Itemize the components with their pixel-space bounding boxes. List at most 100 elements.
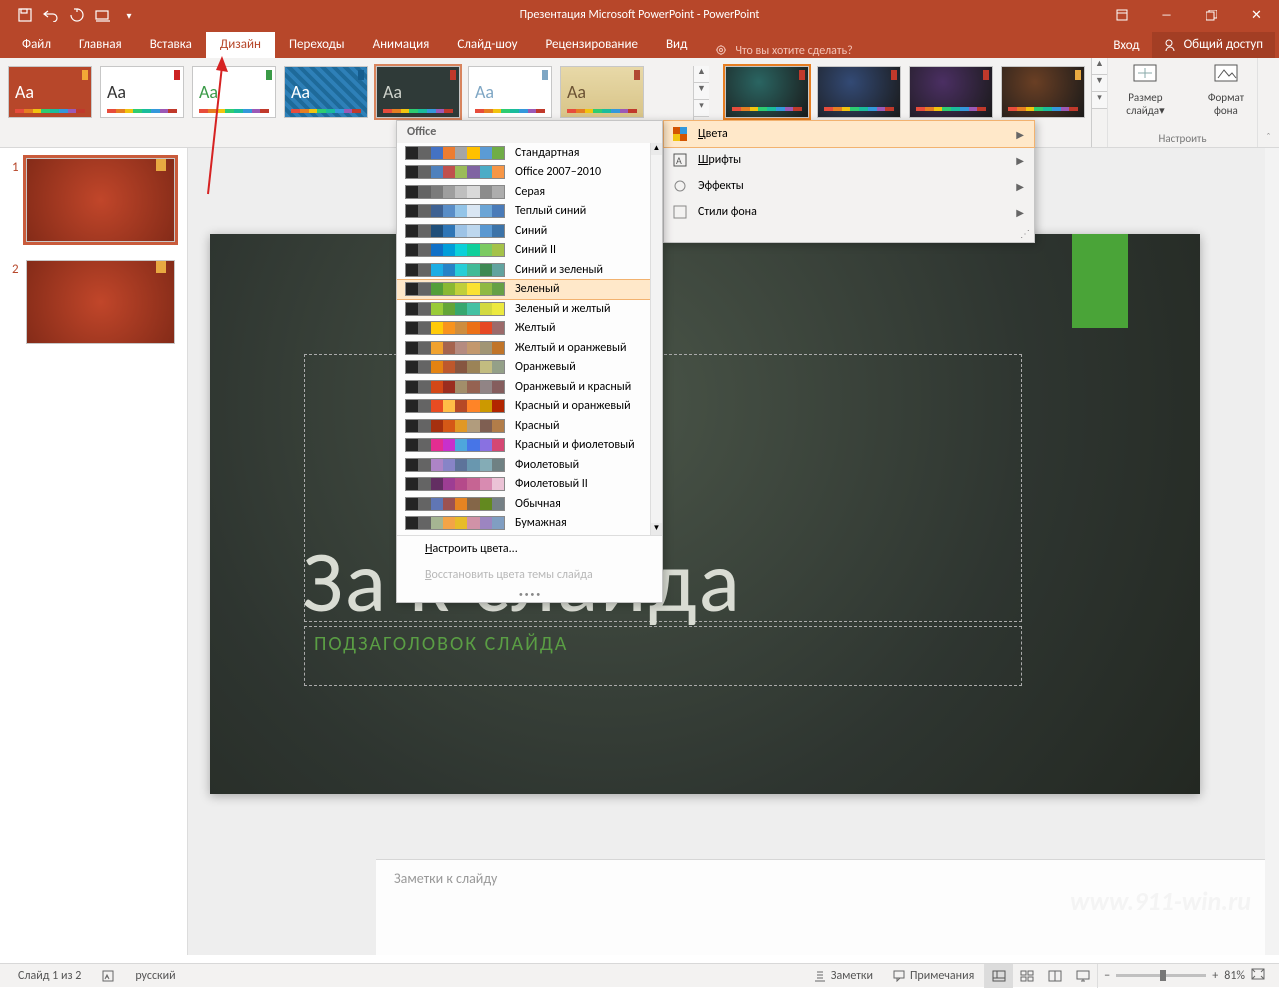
colors-submenu: Office СтандартнаяOffice 2007–2010СераяТ…	[396, 120, 663, 603]
color-scheme-item[interactable]: Обычная	[397, 494, 650, 514]
save-icon[interactable]	[14, 4, 36, 26]
tell-me-search[interactable]: Что вы хотите сделать?	[701, 44, 866, 58]
theme-thumb[interactable]: Aa	[376, 66, 460, 118]
color-scheme-item[interactable]: Оранжевый	[397, 358, 650, 378]
share-button[interactable]: Общий доступ	[1152, 32, 1275, 58]
slide-thumb-1[interactable]	[26, 158, 175, 242]
svg-text:A: A	[676, 154, 682, 167]
tab-animations[interactable]: Анимация	[359, 32, 444, 58]
qat-customize-icon[interactable]: ▾	[118, 4, 140, 26]
tab-transitions[interactable]: Переходы	[275, 32, 359, 58]
chevron-right-icon: ▶	[1016, 180, 1024, 193]
submenu-scrollbar[interactable]: ▲▼	[650, 143, 662, 535]
tab-design[interactable]: Дизайн	[206, 32, 275, 58]
tab-insert[interactable]: Вставка	[136, 32, 206, 58]
color-scheme-item[interactable]: Теплый синий	[397, 202, 650, 222]
variant-thumb[interactable]	[817, 66, 901, 118]
color-scheme-list: СтандартнаяOffice 2007–2010СераяТеплый с…	[397, 143, 662, 535]
comments-button[interactable]: Примечания	[883, 969, 984, 983]
color-scheme-item[interactable]: Фиолетовый	[397, 455, 650, 475]
tab-slideshow[interactable]: Слайд-шоу	[443, 32, 531, 58]
color-scheme-item[interactable]: Оранжевый и красный	[397, 377, 650, 397]
slide-thumb-2[interactable]	[26, 260, 175, 344]
spellcheck-icon[interactable]	[91, 969, 125, 983]
subtitle-text: ПОДЗАГОЛОВОК СЛАЙДА	[314, 632, 568, 656]
zoom-slider[interactable]	[1116, 974, 1206, 977]
theme-thumb[interactable]: Aa	[284, 66, 368, 118]
variant-thumb[interactable]	[1001, 66, 1085, 118]
slide-canvas[interactable]: За к слайда ПОДЗАГОЛОВОК СЛАЙДА	[210, 234, 1200, 794]
zoom-level[interactable]: 81%	[1224, 969, 1245, 983]
normal-view-icon[interactable]	[985, 964, 1013, 988]
color-scheme-item[interactable]: Желтый	[397, 319, 650, 339]
menu-background-styles[interactable]: Стили фона ▶	[664, 199, 1034, 225]
zoom-in-button[interactable]: +	[1212, 969, 1218, 983]
redo-icon[interactable]	[66, 4, 88, 26]
status-slide-count[interactable]: Слайд 1 из 2	[8, 969, 91, 983]
colors-icon	[672, 126, 688, 142]
ribbon-tabs: Файл Главная Вставка Дизайн Переходы Ани…	[0, 30, 1279, 58]
resize-grip-icon[interactable]: ⋰	[664, 225, 1034, 242]
color-scheme-item[interactable]: Индикатор	[397, 533, 650, 535]
color-scheme-item[interactable]: Синий	[397, 221, 650, 241]
color-scheme-item[interactable]: Красный	[397, 416, 650, 436]
resize-grip-icon[interactable]: • • • •	[397, 588, 662, 602]
zoom-out-button[interactable]: −	[1104, 969, 1110, 983]
color-scheme-item[interactable]: Фиолетовый II	[397, 475, 650, 495]
color-scheme-item[interactable]: Синий и зеленый	[397, 260, 650, 280]
chevron-right-icon: ▶	[1016, 154, 1024, 167]
sorter-view-icon[interactable]	[1013, 964, 1041, 988]
chevron-right-icon: ▶	[1016, 128, 1024, 141]
menu-fonts[interactable]: A Шрифты ▶	[664, 147, 1034, 173]
color-scheme-item[interactable]: Красный и оранжевый	[397, 397, 650, 417]
close-icon[interactable]: ✕	[1234, 0, 1279, 30]
maximize-icon[interactable]	[1189, 0, 1234, 30]
color-scheme-item[interactable]: Красный и фиолетовый	[397, 436, 650, 456]
share-label: Общий доступ	[1184, 37, 1263, 52]
color-scheme-item[interactable]: Стандартная	[397, 143, 650, 163]
app-title: Презентация Microsoft PowerPoint - Power…	[520, 8, 760, 22]
customize-group-label: Настроить	[1159, 132, 1207, 147]
color-scheme-item[interactable]: Серая	[397, 182, 650, 202]
status-language[interactable]: русский	[125, 969, 185, 983]
tab-file[interactable]: Файл	[8, 32, 65, 58]
theme-thumb[interactable]: Aa	[192, 66, 276, 118]
tab-home[interactable]: Главная	[65, 32, 136, 58]
reading-view-icon[interactable]	[1041, 964, 1069, 988]
minimize-icon[interactable]: ―	[1144, 0, 1189, 30]
customize-colors-item[interactable]: Настроить цвета...	[397, 536, 662, 562]
slide-number: 2	[12, 260, 26, 344]
notes-button[interactable]: Заметки	[804, 969, 883, 983]
fit-to-window-icon[interactable]	[1251, 968, 1265, 984]
color-scheme-item[interactable]: Зеленый	[397, 280, 650, 300]
color-scheme-item[interactable]: Синий II	[397, 241, 650, 261]
sign-in-button[interactable]: Вход	[1101, 33, 1151, 58]
variants-scroll[interactable]: ▲▼▾	[1091, 58, 1107, 147]
tab-view[interactable]: Вид	[652, 32, 701, 58]
format-background-button[interactable]: Формат фона	[1195, 62, 1257, 118]
color-scheme-item[interactable]: Office 2007–2010	[397, 163, 650, 183]
tab-review[interactable]: Рецензирование	[532, 32, 652, 58]
menu-effects[interactable]: Эффекты ▶	[664, 173, 1034, 199]
color-scheme-item[interactable]: Желтый и оранжевый	[397, 338, 650, 358]
start-from-beginning-icon[interactable]	[92, 4, 114, 26]
slide-number: 1	[12, 158, 26, 242]
theme-thumb[interactable]: Aa	[8, 66, 92, 118]
menu-colors[interactable]: Цвета ▶	[664, 121, 1034, 147]
slide-size-button[interactable]: Размер слайда▾	[1108, 62, 1183, 118]
collapse-ribbon-icon[interactable]: ˆ	[1257, 58, 1279, 147]
colors-header: Office	[397, 121, 662, 143]
variant-thumb[interactable]	[909, 66, 993, 118]
color-scheme-item[interactable]: Бумажная	[397, 514, 650, 534]
vertical-scrollbar[interactable]	[1265, 148, 1279, 955]
color-scheme-item[interactable]: Зеленый и желтый	[397, 299, 650, 319]
undo-icon[interactable]	[40, 4, 62, 26]
theme-thumb[interactable]: Aa	[100, 66, 184, 118]
slides-panel: 1 2	[0, 148, 188, 955]
theme-thumb[interactable]: Aa	[560, 66, 644, 118]
theme-thumb[interactable]: Aa	[468, 66, 552, 118]
effects-icon	[672, 178, 688, 194]
slideshow-view-icon[interactable]	[1069, 964, 1097, 988]
variant-thumb[interactable]	[725, 66, 809, 118]
ribbon-display-icon[interactable]	[1099, 0, 1144, 30]
